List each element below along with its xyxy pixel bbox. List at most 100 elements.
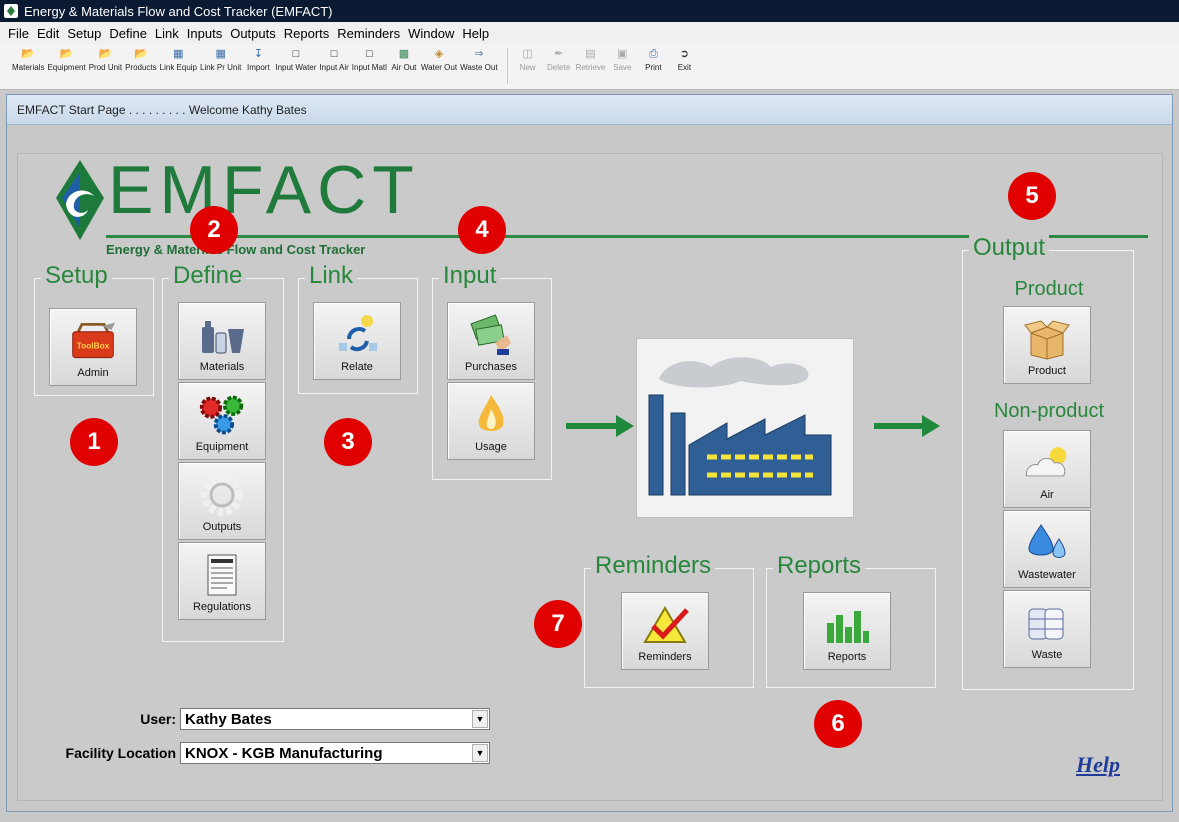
- factory-illustration: [636, 338, 854, 518]
- user-row: User: Kathy Bates ▼: [38, 708, 490, 730]
- step-badge-2: 2: [190, 206, 238, 254]
- define-group: Define Materials Equipment Outputs Regul…: [162, 261, 284, 642]
- relate-button[interactable]: Relate: [313, 302, 401, 380]
- nonproduct-section-label: Non-product: [993, 400, 1105, 422]
- menu-inputs[interactable]: Inputs: [183, 26, 226, 41]
- toolbar-input-matl-button[interactable]: □ Input Matl: [352, 48, 387, 72]
- purchases-button-label: Purchases: [465, 361, 517, 373]
- facility-select-chevron-down-icon[interactable]: ▼: [472, 744, 488, 762]
- user-label: User:: [140, 711, 176, 727]
- menu-reminders[interactable]: Reminders: [333, 26, 404, 41]
- waste-button[interactable]: Waste: [1003, 590, 1091, 668]
- start-page-window: EMFACT Start Page . . . . . . . . . Welc…: [6, 94, 1173, 812]
- usage-button-label: Usage: [475, 441, 507, 453]
- equipment-gears-icon: [198, 395, 246, 435]
- link-group: Link Relate: [298, 261, 418, 394]
- reports-bar-chart-icon: [823, 605, 871, 645]
- reminders-group: Reminders Reminders: [584, 551, 754, 688]
- menu-window[interactable]: Window: [404, 26, 458, 41]
- menu-help[interactable]: Help: [458, 26, 493, 41]
- emfact-drop-logo-icon: [56, 160, 104, 240]
- wastewater-button[interactable]: Wastewater: [1003, 510, 1091, 588]
- user-select[interactable]: Kathy Bates ▼: [180, 708, 490, 730]
- toolbar-water-out-button[interactable]: ◈ Water Out: [421, 48, 457, 72]
- usage-button[interactable]: Usage: [447, 382, 535, 460]
- toolbar-print-button[interactable]: ⎙ Print: [639, 48, 667, 72]
- toolbar-link-equip-button[interactable]: ▦ Link Equip: [160, 48, 197, 72]
- waste-button-label: Waste: [1031, 649, 1063, 661]
- new-icon: ◫: [522, 48, 533, 60]
- step-badge-1: 1: [70, 418, 118, 466]
- step-badge-5: 5: [1008, 172, 1056, 220]
- toolbar-prod-unit-button[interactable]: 📂 Prod Unit: [89, 48, 122, 72]
- air-button-label: Air: [1040, 489, 1054, 501]
- menu-edit[interactable]: Edit: [33, 26, 63, 41]
- materials-button[interactable]: Materials: [178, 302, 266, 380]
- outputs-button-label: Outputs: [202, 521, 242, 533]
- help-link[interactable]: Help: [1076, 752, 1120, 778]
- folder-icon: 📂: [133, 48, 148, 60]
- toolbar-import-button[interactable]: ↧ Import: [244, 48, 272, 72]
- menu-link[interactable]: Link: [151, 26, 183, 41]
- folder-icon: 📂: [98, 48, 113, 60]
- purchases-button[interactable]: Purchases: [447, 302, 535, 380]
- water-out-icon: ◈: [434, 48, 444, 60]
- delete-icon: ✒: [553, 48, 564, 60]
- reports-button[interactable]: Reports: [803, 592, 891, 670]
- toolbar-waste-out-button[interactable]: ⇒ Waste Out: [460, 48, 498, 72]
- toolbar-products-button[interactable]: 📂 Products: [125, 48, 157, 72]
- user-select-chevron-down-icon[interactable]: ▼: [472, 710, 488, 728]
- admin-button[interactable]: ToolBox Admin: [49, 308, 137, 386]
- toolbar-materials-button[interactable]: 📂 Materials: [12, 48, 44, 72]
- reminders-button-label: Reminders: [638, 651, 692, 663]
- toolbar-link-pr-unit-button[interactable]: ▦ Link Pr Unit: [200, 48, 241, 72]
- product-button[interactable]: Product: [1003, 306, 1091, 384]
- reminders-button[interactable]: Reminders: [621, 592, 709, 670]
- toolbar-retrieve-button[interactable]: ▤ Retrieve: [576, 48, 606, 72]
- form-icon: ▦: [215, 48, 226, 60]
- regulations-button[interactable]: Regulations: [178, 542, 266, 620]
- toolbar-exit-button[interactable]: ➲ Exit: [670, 48, 698, 72]
- menu-define[interactable]: Define: [105, 26, 151, 41]
- facility-select[interactable]: KNOX - KGB Manufacturing ▼: [180, 742, 490, 764]
- window-title: Energy & Materials Flow and Cost Tracker…: [24, 3, 333, 19]
- blank-icon: □: [366, 48, 373, 60]
- print-icon: ⎙: [648, 48, 658, 60]
- app-window: Energy & Materials Flow and Cost Tracker…: [0, 0, 1179, 822]
- step-badge-7: 7: [534, 600, 582, 648]
- menu-setup[interactable]: Setup: [63, 26, 105, 41]
- outputs-button[interactable]: Outputs: [178, 462, 266, 540]
- equipment-button[interactable]: Equipment: [178, 382, 266, 460]
- reports-button-label: Reports: [827, 651, 867, 663]
- air-button[interactable]: Air: [1003, 430, 1091, 508]
- regulations-button-label: Regulations: [192, 601, 252, 613]
- input-group: Input Purchases Usage: [432, 261, 552, 480]
- save-icon: ▣: [617, 48, 628, 60]
- reminders-check-triangle-icon: [641, 605, 689, 645]
- wastewater-button-label: Wastewater: [1018, 569, 1076, 581]
- link-group-title: Link: [305, 261, 358, 291]
- output-group-title: Output: [969, 233, 1050, 263]
- menu-file[interactable]: File: [4, 26, 33, 41]
- toolbar-save-button[interactable]: ▣ Save: [608, 48, 636, 72]
- toolbar-air-out-button[interactable]: ▩ Air Out: [390, 48, 418, 72]
- step-badge-4: 4: [458, 206, 506, 254]
- menu-outputs[interactable]: Outputs: [226, 26, 280, 41]
- admin-button-label: Admin: [77, 367, 109, 379]
- facility-label: Facility Location: [65, 745, 176, 761]
- setup-group: Setup ToolBox Admin: [34, 261, 154, 396]
- toolbar-delete-button[interactable]: ✒ Delete: [545, 48, 573, 72]
- menu-reports[interactable]: Reports: [280, 26, 334, 41]
- regulations-document-icon: [198, 554, 246, 596]
- blank-icon: □: [292, 48, 300, 60]
- toolbar-equipment-button[interactable]: 📂 Equipment: [47, 48, 85, 72]
- toolbar-input-water-button[interactable]: □ Input Water: [275, 48, 316, 72]
- step-badge-6: 6: [814, 700, 862, 748]
- import-icon: ↧: [253, 48, 263, 60]
- title-bar[interactable]: Energy & Materials Flow and Cost Tracker…: [0, 0, 1179, 22]
- logo-subtitle: Energy & Materials Flow and Cost Tracker: [106, 242, 366, 257]
- toolbar-input-air-button[interactable]: □ Input Air: [319, 48, 348, 72]
- air-out-icon: ▩: [398, 48, 410, 60]
- toolbar-new-button[interactable]: ◫ New: [514, 48, 542, 72]
- toolbox-icon: ToolBox: [69, 321, 117, 361]
